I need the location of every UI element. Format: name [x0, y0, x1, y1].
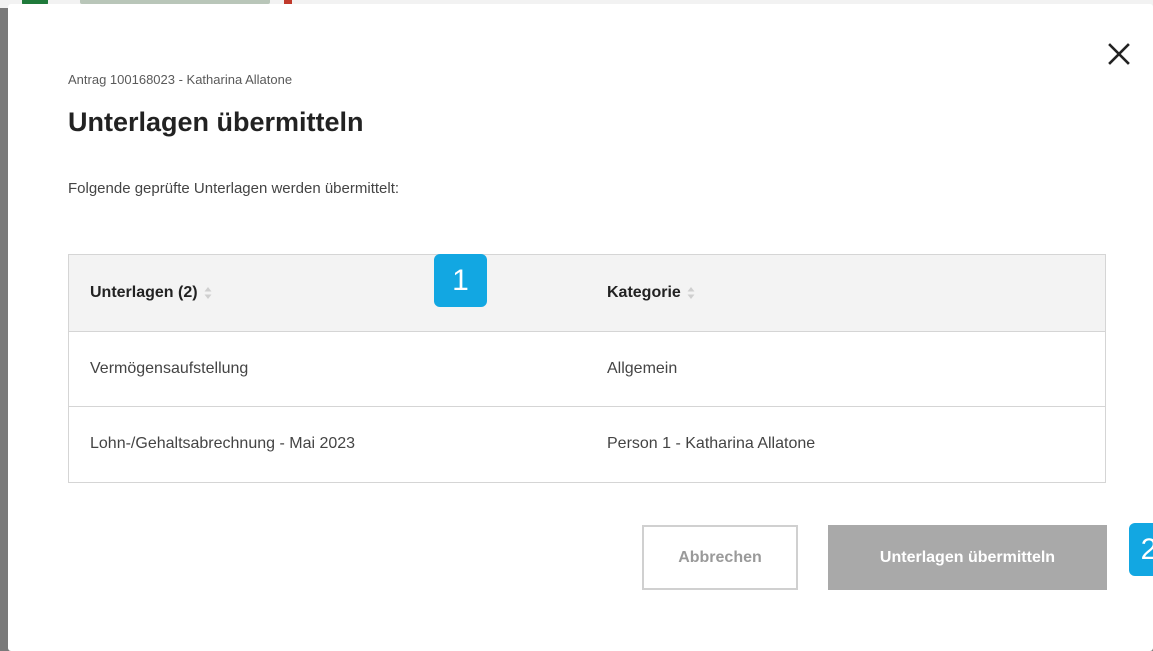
column-header-label: Kategorie — [607, 283, 681, 301]
sort-icon — [204, 286, 212, 299]
table-row: Lohn-/Gehaltsabrechnung - Mai 2023 Perso… — [69, 406, 1105, 481]
category-cell: Person 1 - Katharina Allatone — [607, 434, 816, 452]
submit-documents-dialog: Antrag 100168023 - Katharina Allatone Un… — [8, 4, 1153, 651]
cancel-button[interactable]: Abbrechen — [642, 525, 798, 590]
documents-table: Unterlagen (2) Kategorie Vermögensaufste… — [68, 254, 1106, 483]
table-row: Vermögensaufstellung Allgemein — [69, 331, 1105, 406]
category-cell: Allgemein — [607, 359, 678, 377]
column-header-documents[interactable]: Unterlagen (2) — [69, 255, 607, 331]
step-callout-2: 2 — [1129, 523, 1153, 576]
close-icon — [1108, 43, 1130, 65]
dialog-title: Unterlagen übermitteln — [68, 107, 364, 137]
step-callout-1: 1 — [434, 254, 487, 307]
document-cell: Vermögensaufstellung — [90, 359, 249, 377]
column-header-label: Unterlagen (2) — [90, 283, 198, 301]
submit-documents-button[interactable]: Unterlagen übermitteln — [828, 525, 1107, 590]
dialog-description: Folgende geprüfte Unterlagen werden über… — [68, 180, 400, 197]
column-header-category[interactable]: Kategorie — [607, 255, 1105, 331]
close-button[interactable] — [1103, 38, 1135, 70]
document-cell: Lohn-/Gehaltsabrechnung - Mai 2023 — [90, 434, 356, 452]
application-subtitle: Antrag 100168023 - Katharina Allatone — [68, 72, 293, 87]
table-header-row: Unterlagen (2) Kategorie — [69, 255, 1105, 331]
sort-icon — [687, 286, 695, 299]
